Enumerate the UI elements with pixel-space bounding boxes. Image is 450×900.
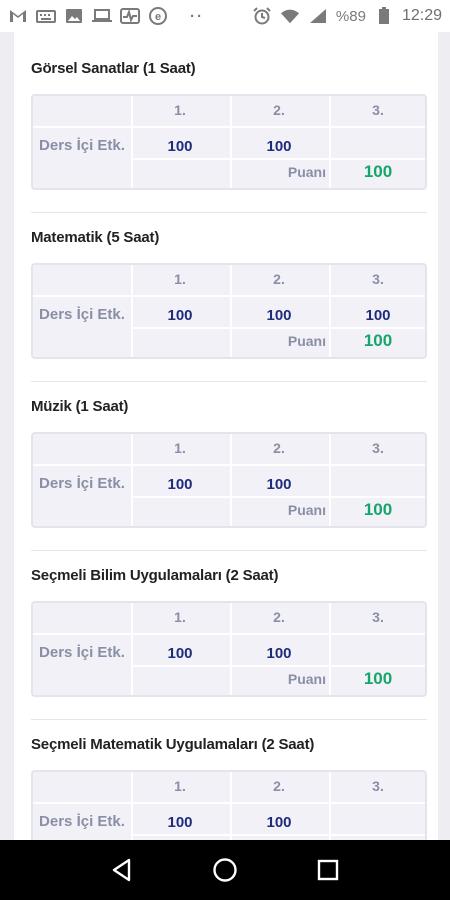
- grade-value: 100: [167, 307, 193, 324]
- grade-table: 1.2.3.Ders İçi Etk.100100Puanı100: [31, 770, 427, 840]
- column-header: 3.: [372, 778, 384, 794]
- previous-score-value: 100: [364, 32, 389, 35]
- home-icon[interactable]: [205, 850, 245, 890]
- grades-content[interactable]: 100 Görsel Sanatlar (1 Saat) 1. 2. 3. Ders İ…: [0, 32, 450, 840]
- score-label: Puanı: [287, 502, 326, 518]
- grade-value: 100: [167, 814, 193, 831]
- subject-title: Matematik (5 Saat): [31, 229, 160, 246]
- score-value: 100: [363, 162, 393, 181]
- row-label: Ders İçi Etk.: [39, 137, 125, 154]
- grid-line: [131, 158, 425, 160]
- grid-line: [131, 496, 425, 498]
- grid-line: [131, 834, 425, 836]
- grade-value: 100: [167, 138, 193, 155]
- column-header: 3.: [372, 440, 384, 456]
- score-value: 100: [363, 331, 393, 350]
- score-label: Puanı: [287, 164, 326, 180]
- score-label: Puanı: [287, 671, 326, 687]
- grade-table: 1. 2. 3. Ders İçi Etk. 100 100 Puanı 100: [31, 94, 427, 190]
- grade-value: 100: [266, 307, 292, 324]
- grid-line: [33, 633, 425, 635]
- alarm-icon: [252, 7, 272, 25]
- grade-table: 1. 2. 3. Ders İçi Etk. 100 100 100 Puanı 100: [31, 263, 427, 359]
- row-label: Ders İçi Etk.: [39, 475, 125, 492]
- row-label: Ders İçi Etk.: [39, 306, 125, 323]
- svg-text:e: e: [155, 11, 161, 23]
- score-label: Puanı: [287, 333, 326, 349]
- column-header: 3.: [372, 271, 384, 287]
- subject-title: Görsel Sanatlar (1 Saat): [31, 60, 196, 77]
- image-icon: [64, 8, 84, 24]
- grade-value: 100: [266, 814, 292, 831]
- grid-line: [33, 126, 425, 128]
- status-bar: e ·· %89 12:29: [0, 0, 450, 32]
- grade-value: 100: [266, 138, 292, 155]
- row-label: Ders İçi Etk.: [39, 813, 125, 830]
- grid-line: [131, 327, 425, 329]
- recents-icon[interactable]: [308, 850, 348, 890]
- clock: 12:29: [401, 7, 442, 24]
- keyboard-icon: [36, 8, 56, 24]
- activity-icon: [120, 8, 140, 24]
- grid-line: [33, 802, 425, 804]
- grid-line: [131, 665, 425, 667]
- column-header: 1.: [174, 271, 186, 287]
- column-header: 2.: [273, 440, 285, 456]
- column-header: 2.: [273, 271, 285, 287]
- column-header: 2.: [273, 609, 285, 625]
- back-icon[interactable]: [102, 850, 142, 890]
- column-header: 1.: [174, 102, 186, 118]
- grade-value: 100: [266, 476, 292, 493]
- score-value: 100: [363, 669, 393, 688]
- row-label: Ders İçi Etk.: [39, 644, 125, 661]
- column-header: 1.: [174, 609, 186, 625]
- signal-icon: [308, 8, 328, 24]
- e-app-icon: e: [148, 7, 168, 25]
- grades-panel: 100 Görsel Sanatlar (1 Saat) 1. 2. 3. Ders İ…: [14, 32, 438, 840]
- grid-line: [33, 464, 425, 466]
- battery-percentage: %89: [335, 7, 366, 25]
- grade-value: 100: [266, 645, 292, 662]
- section-divider: [31, 550, 427, 551]
- grade-table: 1. 2. 3. Ders İçi Etk. 100 100 Puanı 100: [31, 601, 427, 697]
- laptop-icon: [92, 8, 112, 24]
- grade-table: 1. 2. 3. Ders İçi Etk. 100 100 Puanı 100: [31, 432, 427, 528]
- gmail-icon: [8, 8, 28, 24]
- section-divider: [31, 719, 427, 720]
- grade-value: 100: [365, 307, 391, 324]
- section-divider: [31, 381, 427, 382]
- subject-title: Seçmeli Matematik Uygulamaları (2 Saat): [31, 736, 315, 753]
- grade-value: 100: [167, 645, 193, 662]
- grid-line: [33, 295, 425, 297]
- grade-value: 100: [167, 476, 193, 493]
- score-value: 100: [363, 500, 393, 519]
- navigation-bar: [0, 840, 450, 900]
- subject-title: Seçmeli Bilim Uygulamaları (2 Saat): [31, 567, 279, 584]
- subject-title: Müzik (1 Saat): [31, 398, 129, 415]
- column-header: 1.: [174, 778, 186, 794]
- column-header: 2.: [273, 102, 285, 118]
- battery-icon: [374, 7, 394, 24]
- wifi-icon: [280, 8, 300, 24]
- column-header: 3.: [372, 102, 384, 118]
- column-header: 2.: [273, 778, 285, 794]
- notification-dots: ··: [190, 7, 204, 25]
- column-header: 3.: [372, 609, 384, 625]
- section-divider: [31, 212, 427, 213]
- column-header: 1.: [174, 440, 186, 456]
